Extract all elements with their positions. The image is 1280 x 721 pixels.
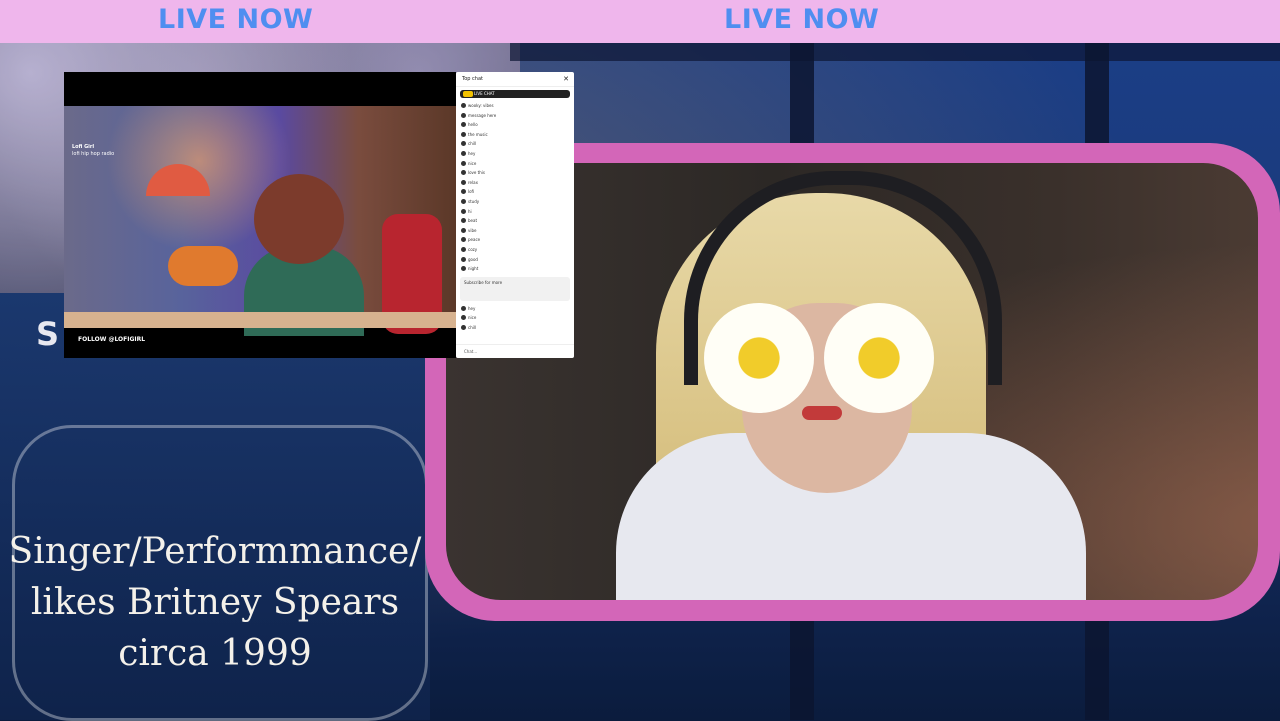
close-icon[interactable]: ✕ xyxy=(563,72,569,86)
chat-message: hey xyxy=(456,149,574,159)
chat-message: wooky: vibes xyxy=(456,101,574,111)
chat-message: nice xyxy=(456,313,574,323)
channel-subtitle: lofi hip hop radio xyxy=(72,151,115,157)
chat-message: nice xyxy=(456,159,574,169)
chat-message: good xyxy=(456,255,574,265)
chat-message: relax xyxy=(456,178,574,188)
lamp xyxy=(146,164,210,196)
caption-line: circa 1999 xyxy=(118,633,312,674)
chat-message: hello xyxy=(456,120,574,130)
lofi-animation: Lofi Girl lofi hip hop radio FOLLOW @LOF… xyxy=(64,106,456,348)
chat-message: hey xyxy=(456,304,574,314)
chat-message: chill xyxy=(456,139,574,149)
embedded-video-player[interactable]: Lofi Girl lofi hip hop radio FOLLOW @LOF… xyxy=(64,72,456,358)
chat-message: peace xyxy=(456,235,574,245)
chat-message: chill xyxy=(456,323,574,333)
window-beam xyxy=(510,43,1280,61)
partial-side-text: S xyxy=(36,315,60,353)
chat-message: cozy xyxy=(456,245,574,255)
chat-message: beat xyxy=(456,216,574,226)
chat-message: message here xyxy=(456,111,574,121)
chat-input[interactable]: Chat... xyxy=(456,344,574,358)
channel-info: Lofi Girl lofi hip hop radio xyxy=(72,144,114,158)
chat-message: love this xyxy=(456,168,574,178)
channel-name: Lofi Girl xyxy=(72,144,95,150)
girl-hair xyxy=(254,174,344,264)
chat-header: Top chat ✕ xyxy=(456,72,574,87)
chat-message: the music xyxy=(456,130,574,140)
follow-badge[interactable]: FOLLOW @LOFIGIRL xyxy=(72,332,152,348)
chat-message: hi xyxy=(456,207,574,217)
daisy-glasses-left xyxy=(704,303,814,413)
live-now-label-left: LIVE NOW xyxy=(158,4,314,35)
chat-message-list: wooky: vibes message here hello the musi… xyxy=(456,101,574,274)
caption-line: likes Britney Spears xyxy=(30,582,400,623)
performer-caption: Singer/Performmance/ likes Britney Spear… xyxy=(0,526,430,679)
chat-message: study xyxy=(456,197,574,207)
performer-lips xyxy=(802,406,842,420)
chat-title[interactable]: Top chat xyxy=(462,76,483,82)
chat-notice[interactable]: Subscribe for more xyxy=(460,276,570,301)
pinned-message: LIVE CHAT xyxy=(460,90,570,98)
live-now-label-right: LIVE NOW xyxy=(724,4,880,35)
pinned-tag xyxy=(463,91,473,97)
chat-message: vibe xyxy=(456,226,574,236)
desk xyxy=(64,312,456,328)
pinned-text: LIVE CHAT xyxy=(474,91,495,96)
daisy-glasses-right xyxy=(824,303,934,413)
top-banner: LIVE NOW LIVE NOW xyxy=(0,0,1280,43)
chat-message: lofi xyxy=(456,187,574,197)
live-chat-panel: Top chat ✕ LIVE CHAT wooky: vibes messag… xyxy=(456,72,574,358)
cat xyxy=(168,246,238,286)
caption-line: Singer/Performmance/ xyxy=(8,531,422,572)
chat-message: night xyxy=(456,264,574,274)
